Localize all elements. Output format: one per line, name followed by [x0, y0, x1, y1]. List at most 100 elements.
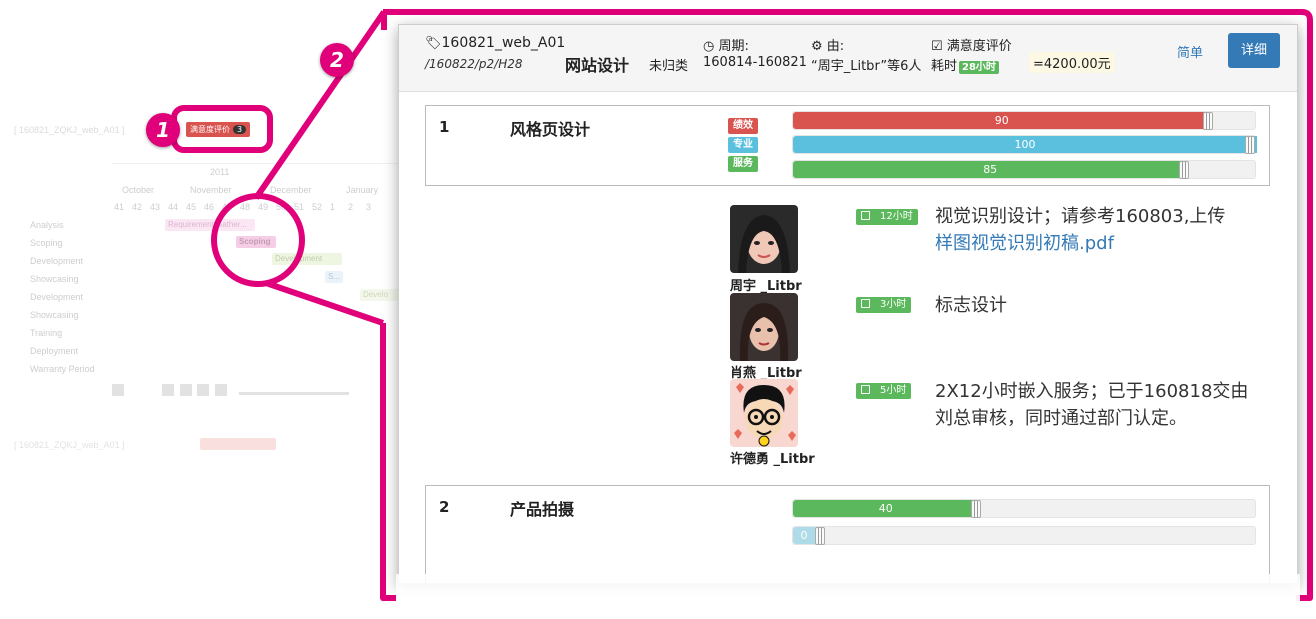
row-label: Development [30, 292, 84, 302]
gantt-bar-development: Development [272, 253, 342, 265]
week-number: 41 [114, 202, 125, 212]
week-number: 44 [168, 202, 179, 212]
cycle-label: ◷ 周期: [703, 39, 749, 54]
slider-handle[interactable] [1179, 161, 1190, 179]
row-label: Showcasing [30, 274, 79, 284]
tag-professional: 专业 [728, 137, 758, 153]
time-spent: 耗时 28小时 [931, 55, 999, 74]
cycle-value: 160814-160821 [703, 55, 807, 70]
avatar [730, 379, 798, 447]
row-label: Showcasing [30, 310, 79, 320]
progress-bar[interactable]: 40 [792, 499, 1256, 518]
row-label: Development [30, 256, 84, 266]
task-entry: 周宇 _Litbr 12小时 视觉识别设计；请参考160803,上传 样图视觉识别… [730, 203, 1270, 294]
simple-view-button[interactable]: 简单 [1177, 42, 1203, 61]
by-value: “周宇_Litbr”等6人 [811, 59, 922, 74]
callout-number-1: 1 [146, 113, 180, 147]
week-header: 41 42 43 44 45 46 47 48 49 50 51 52 1 2 3 [114, 202, 384, 212]
satisfaction-badge[interactable]: 满意度评价 3 [186, 122, 251, 137]
week-number: 2 [348, 202, 354, 212]
satisfaction-badge-label: 满意度评价 [190, 125, 230, 134]
project-category: 未归类 [649, 59, 689, 74]
project-path: /160822/p2/H28 [425, 57, 523, 71]
gantt-bar-scoping: Scoping [236, 236, 276, 248]
avatar [730, 293, 798, 361]
tag-performance: 绩效 [728, 118, 758, 134]
check-square-icon: ☑ [931, 39, 943, 54]
progress-professional[interactable]: 100 [792, 135, 1257, 154]
item-number: 1 [439, 118, 450, 136]
gantt-bar-showcase: S... [325, 271, 343, 283]
week-number: 42 [132, 202, 143, 212]
project-line: [ 160821_ZQKJ_web_A01 ] [14, 125, 125, 135]
tags-icon: 🏷 [425, 36, 442, 51]
week-number: 45 [186, 202, 197, 212]
week-number: 1 [330, 202, 336, 212]
progress-label: 40 [878, 502, 893, 515]
task-description: 2X12小时嵌入服务；已于160818交由刘总审核，同时通过部门认定。 [935, 381, 1249, 429]
progress-label: 0 [800, 529, 808, 542]
satisfaction-label: ☑ 满意度评价 [931, 39, 1012, 54]
slider-handle[interactable] [815, 527, 825, 545]
attachment-link[interactable]: 样图视觉识别初稿.pdf [935, 233, 1114, 254]
time-spent-hours: 28小时 [959, 61, 999, 74]
assignee-name: 许德勇 _Litbr [730, 452, 815, 467]
check-icon [861, 211, 870, 220]
week-number: 49 [258, 202, 269, 212]
gantt-bar-develop2: Develo [360, 289, 400, 301]
progress-label: 85 [983, 163, 998, 176]
check-icon [861, 299, 870, 308]
progress-bar[interactable]: 0 [792, 526, 1256, 545]
task-entry: 许德勇 _Litbr 5小时 2X12小时嵌入服务；已于160818交由刘总审核… [730, 377, 1270, 467]
slider-handle[interactable] [1245, 136, 1255, 154]
detail-view-button[interactable]: 详细 [1228, 33, 1280, 68]
hours-badge: 5小时 [856, 383, 912, 399]
slider-handle[interactable] [970, 500, 981, 518]
row-label: Scoping [30, 238, 63, 248]
row-label: Warranty Period [30, 364, 95, 374]
task-entry: 肖燕 _Litbr 3小时 标志设计 [730, 291, 1270, 381]
progress-service[interactable]: 85 [792, 160, 1256, 179]
slider-handle[interactable] [1202, 112, 1213, 130]
work-item-card: 2 产品拍摄 40 0 [425, 485, 1270, 583]
week-number: 48 [240, 202, 251, 212]
panel-header: 🏷160821_web_A01 /160822/p2/H28 网站设计 未归类 … [399, 25, 1297, 92]
row-label: Training [30, 328, 63, 338]
task-description: 标志设计 [935, 295, 1007, 316]
week-number: 46 [204, 202, 215, 212]
task-description: 视觉识别设计；请参考160803,上传 样图视觉识别初稿.pdf [935, 206, 1226, 254]
year-label: 2011 [210, 167, 230, 177]
row-label: Analysis [30, 220, 64, 230]
check-icon [861, 385, 870, 394]
hours-badge: 12小时 [856, 209, 918, 225]
month-november: November [190, 185, 232, 195]
project-detail-panel: 🏷160821_web_A01 /160822/p2/H28 网站设计 未归类 … [398, 24, 1298, 584]
week-number: 47 [222, 202, 233, 212]
item-number: 2 [439, 498, 450, 516]
progress-label: 100 [1014, 138, 1036, 151]
bottom-fade [396, 574, 1300, 619]
footer-line: [ 160821_ZQKJ_web_A01 ] [14, 440, 125, 450]
month-january: January [346, 185, 379, 195]
item-title: 产品拍摄 [510, 500, 575, 519]
progress-performance[interactable]: 90 [792, 111, 1256, 130]
progress-label: 90 [994, 114, 1009, 127]
week-number: 43 [150, 202, 161, 212]
month-december: December [270, 185, 312, 195]
avatar [730, 205, 798, 273]
week-number: 52 [312, 202, 323, 212]
satisfaction-badge-count: 3 [233, 125, 247, 134]
week-number: 50 [276, 202, 287, 212]
tag-service: 服务 [728, 156, 758, 172]
pager-bar[interactable] [112, 384, 352, 396]
item-title: 风格页设计 [510, 120, 591, 139]
row-label: Deployment [30, 346, 79, 356]
callout-number-2: 2 [320, 43, 354, 77]
project-title: 网站设计 [565, 56, 630, 75]
week-number: 51 [294, 202, 305, 212]
project-code: 🏷160821_web_A01 [425, 35, 566, 51]
week-number: 3 [366, 202, 372, 212]
gantt-bar-requirement: Requirement Gather... [165, 219, 255, 231]
background-gantt: [ 160821_ZQKJ_web_A01 ] 2011 October Nov… [0, 0, 400, 619]
amount: =4200.00元 [1029, 52, 1115, 73]
